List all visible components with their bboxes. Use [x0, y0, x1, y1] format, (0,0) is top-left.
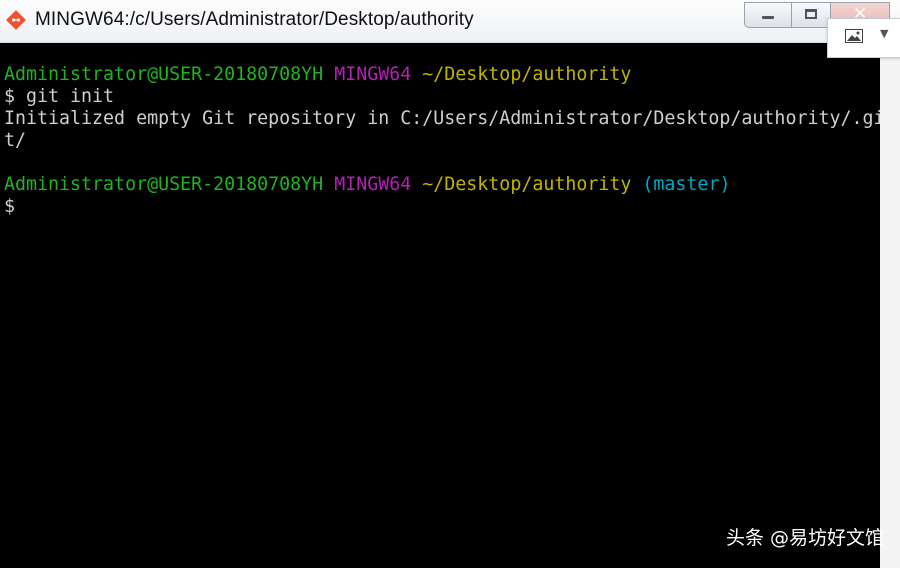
prompt-line-1: Administrator@USER-20180708YH MINGW64 ~/…: [4, 64, 880, 86]
watermark: 头条 @易坊好文馆: [725, 527, 884, 549]
output-line-wrap: t/: [4, 130, 27, 151]
prompt-line-2: Administrator@USER-20180708YH MINGW64 ~/…: [4, 174, 880, 196]
maximize-icon: [805, 9, 817, 19]
title-bar[interactable]: MINGW64:/c/Users/Administrator/Desktop/a…: [0, 0, 900, 43]
prompt-user: Administrator@USER-20180708YH: [4, 174, 324, 195]
prompt-path: ~/Desktop/authority: [422, 174, 632, 195]
image-toolbar-popup[interactable]: ▼: [827, 18, 900, 58]
prompt-path: ~/Desktop/authority: [422, 64, 632, 85]
minimize-icon: [762, 16, 774, 19]
input-prompt[interactable]: $: [4, 196, 880, 218]
minimize-button[interactable]: [744, 2, 792, 28]
terminal-window: MINGW64:/c/Users/Administrator/Desktop/a…: [0, 0, 900, 568]
prompt-system: MINGW64: [334, 64, 412, 85]
window-title: MINGW64:/c/Users/Administrator/Desktop/a…: [35, 9, 474, 30]
terminal-output[interactable]: Administrator@USER-20180708YH MINGW64 ~/…: [0, 43, 885, 568]
scrollbar-track[interactable]: [880, 43, 900, 568]
git-bash-icon: [6, 10, 26, 30]
maximize-button[interactable]: [791, 2, 831, 28]
image-icon[interactable]: [845, 29, 863, 43]
prompt-branch: (master): [642, 174, 731, 195]
prompt-system: MINGW64: [334, 174, 412, 195]
prompt-user: Administrator@USER-20180708YH: [4, 64, 324, 85]
command-line: $ git init: [4, 86, 115, 107]
chevron-down-icon[interactable]: ▼: [880, 27, 888, 40]
output-line: Initialized empty Git repository in C:/U…: [4, 108, 885, 129]
